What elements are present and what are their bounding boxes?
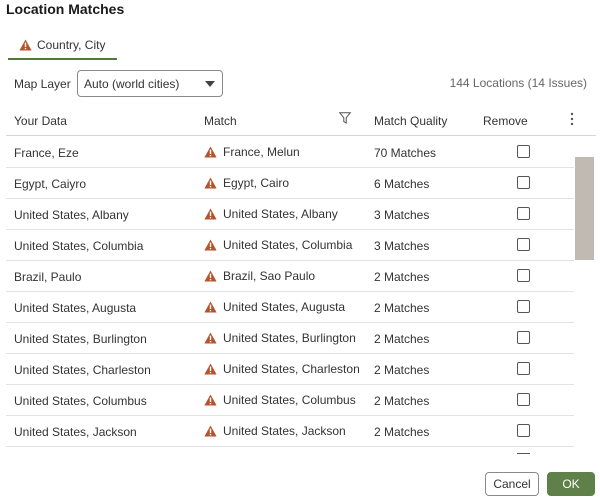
match-text: France, Melun <box>223 145 300 159</box>
ok-button[interactable]: OK <box>547 472 595 496</box>
your-data-cell: United States, Augusta <box>14 301 137 315</box>
match-cell[interactable]: Brazil, Sao Paulo <box>204 269 315 283</box>
map-layer-value: Auto (world cities) <box>84 76 180 91</box>
warning-icon <box>204 239 217 251</box>
match-quality-cell[interactable]: 2 Matches <box>374 425 429 439</box>
table-row[interactable]: United States, Augusta United States, Aug… <box>6 292 574 323</box>
remove-checkbox[interactable] <box>517 145 530 158</box>
map-layer-label: Map Layer <box>14 77 71 91</box>
warning-icon <box>19 39 32 51</box>
warning-icon <box>204 394 217 406</box>
table-row[interactable]: United States, Albany United States, Alba… <box>6 199 574 230</box>
your-data-cell: Brazil, Paulo <box>14 270 82 284</box>
match-cell[interactable]: United States, Burlington <box>204 331 356 345</box>
warning-icon <box>204 270 217 282</box>
match-cell[interactable]: Egypt, Cairo <box>204 176 289 190</box>
match-cell[interactable]: United States, Columbus <box>204 393 356 407</box>
table-row[interactable]: United States, Columbus United States, Co… <box>6 385 574 416</box>
match-cell[interactable]: United States, Albany <box>204 207 338 221</box>
your-data-cell: United States, Jackson <box>14 425 137 439</box>
your-data-cell: France, Eze <box>14 146 79 160</box>
table-row[interactable]: Brazil, Paulo Brazil, Sao Paulo 2 Matches <box>6 261 574 292</box>
tab-country-city[interactable]: Country, City <box>8 32 117 60</box>
match-quality-cell[interactable]: 2 Matches <box>374 394 429 408</box>
warning-icon <box>204 177 217 189</box>
table-row[interactable]: Egypt, Caiyro Egypt, Cairo 6 Matches <box>6 168 574 199</box>
table-row[interactable]: United States, Burlington United States, … <box>6 323 574 354</box>
match-text: United States, Burlington <box>223 331 356 345</box>
warning-icon <box>204 301 217 313</box>
your-data-cell: United States, Charleston <box>14 363 151 377</box>
match-quality-cell[interactable]: 2 Matches <box>374 332 429 346</box>
column-your-data[interactable]: Your Data <box>14 114 67 128</box>
match-quality-cell[interactable]: 2 Matches <box>374 363 429 377</box>
remove-checkbox[interactable] <box>517 424 530 437</box>
remove-checkbox[interactable] <box>517 393 530 406</box>
remove-checkbox[interactable] <box>517 238 530 251</box>
match-cell[interactable]: United States, Charleston <box>204 362 360 376</box>
match-quality-cell[interactable]: 2 Matches <box>374 270 429 284</box>
match-cell[interactable]: United States, Columbia <box>204 238 352 252</box>
match-quality-cell[interactable]: 3 Matches <box>374 239 429 253</box>
remove-checkbox[interactable] <box>517 300 530 313</box>
matches-table-body: France, Eze France, Melun 70 Matches Egypt,… <box>6 137 574 447</box>
dialog-title: Location Matches <box>6 1 125 17</box>
remove-checkbox[interactable] <box>517 362 530 375</box>
tab-label: Country, City <box>37 38 106 52</box>
cancel-button[interactable]: Cancel <box>485 472 539 496</box>
chevron-down-icon <box>205 81 215 87</box>
your-data-cell: Egypt, Caiyro <box>14 177 87 191</box>
warning-icon <box>204 332 217 344</box>
match-text: United States, Columbus <box>223 393 356 407</box>
locations-summary: 144 Locations (14 Issues) <box>449 76 587 90</box>
match-text: United States, Charleston <box>223 362 360 376</box>
warning-icon <box>204 363 217 375</box>
remove-checkbox[interactable] <box>517 269 530 282</box>
column-remove[interactable]: Remove <box>483 114 528 128</box>
match-text: United States, Columbia <box>223 238 353 252</box>
match-cell[interactable]: United States, Augusta <box>204 300 345 314</box>
match-quality-cell[interactable]: 6 Matches <box>374 177 429 191</box>
remove-checkbox[interactable] <box>517 176 530 189</box>
match-quality-cell[interactable]: 70 Matches <box>374 146 436 160</box>
match-text: Egypt, Cairo <box>223 176 290 190</box>
partial-row-checkbox <box>517 453 530 456</box>
warning-icon <box>204 425 217 437</box>
match-text: United States, Albany <box>223 207 338 221</box>
more-vertical-icon[interactable] <box>569 112 575 126</box>
warning-icon <box>204 208 217 220</box>
table-row[interactable]: United States, Columbia United States, Co… <box>6 230 574 261</box>
your-data-cell: United States, Burlington <box>14 332 147 346</box>
match-quality-cell[interactable]: 3 Matches <box>374 208 429 222</box>
remove-checkbox[interactable] <box>517 207 530 220</box>
column-match[interactable]: Match <box>204 114 237 128</box>
match-cell[interactable]: United States, Jackson <box>204 424 346 438</box>
table-row[interactable]: United States, Charleston United States, … <box>6 354 574 385</box>
remove-checkbox[interactable] <box>517 331 530 344</box>
your-data-cell: United States, Columbus <box>14 394 147 408</box>
match-text: United States, Augusta <box>223 300 346 314</box>
match-text: United States, Jackson <box>223 424 346 438</box>
map-layer-select[interactable]: Auto (world cities) <box>77 70 223 97</box>
match-cell[interactable]: France, Melun <box>204 145 300 159</box>
filter-icon[interactable] <box>339 112 351 124</box>
table-row[interactable]: France, Eze France, Melun 70 Matches <box>6 137 574 168</box>
table-row[interactable]: United States, Jackson United States, Jac… <box>6 416 574 447</box>
your-data-cell: United States, Columbia <box>14 239 144 253</box>
scrollbar-thumb[interactable] <box>575 157 594 260</box>
table-header: Your Data Match Match Quality Remove <box>6 108 596 136</box>
your-data-cell: United States, Albany <box>14 208 129 222</box>
match-text: Brazil, Sao Paulo <box>223 269 316 283</box>
match-quality-cell[interactable]: 2 Matches <box>374 301 429 315</box>
column-match-quality[interactable]: Match Quality <box>374 114 447 128</box>
warning-icon <box>204 146 217 158</box>
